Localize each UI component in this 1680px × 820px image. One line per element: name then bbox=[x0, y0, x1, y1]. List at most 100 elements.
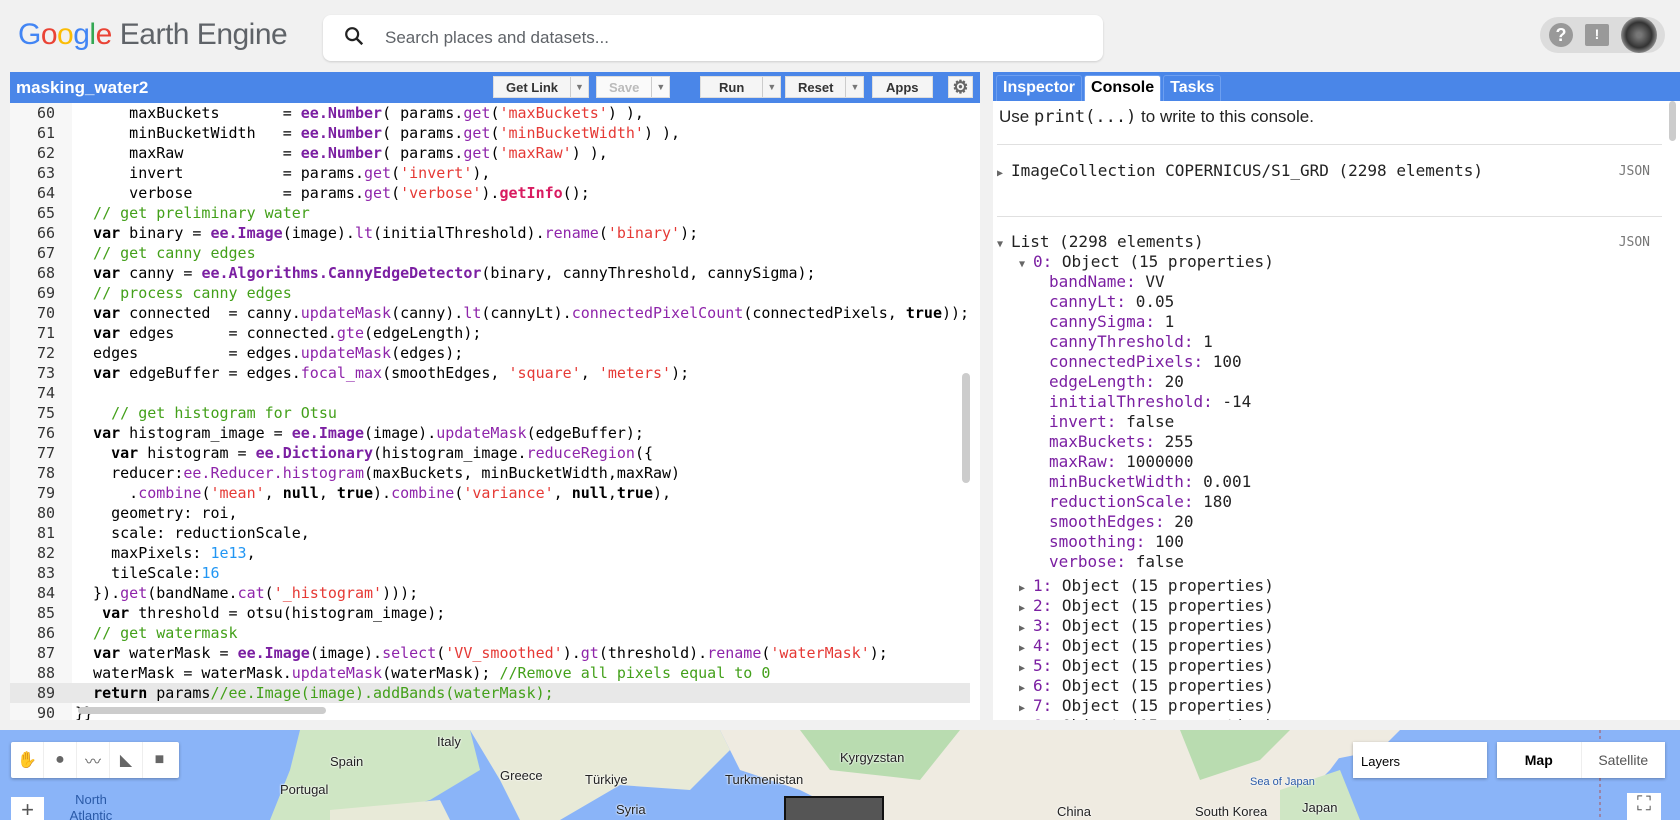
code-line[interactable]: 67 // get canny edges bbox=[10, 243, 970, 263]
code-line[interactable]: 84 }).get(bandName.cat('_histogram'))); bbox=[10, 583, 970, 603]
code-line[interactable]: 89 return params//ee.Image(image).addBan… bbox=[10, 683, 970, 703]
list-item[interactable]: ▶ 2: Object (15 properties) bbox=[1019, 596, 1274, 615]
code-line[interactable]: 65 // get preliminary water bbox=[10, 203, 970, 223]
expand-arrow-icon[interactable]: ▶ bbox=[1019, 643, 1033, 654]
script-title: masking_water2 bbox=[16, 78, 149, 97]
search-input[interactable] bbox=[385, 28, 1035, 48]
polygon-icon[interactable]: ◣ bbox=[110, 742, 143, 778]
code-line[interactable]: 69 // process canny edges bbox=[10, 283, 970, 303]
reset-button[interactable]: Reset ▼ bbox=[785, 76, 865, 98]
expand-arrow-icon[interactable]: ▶ bbox=[1019, 683, 1033, 694]
tab-inspector[interactable]: Inspector bbox=[996, 75, 1083, 101]
code-line[interactable]: 77 var histogram = ee.Dictionary(histogr… bbox=[10, 443, 970, 463]
code-line[interactable]: 70 var connected = canny.updateMask(cann… bbox=[10, 303, 970, 323]
code-line[interactable]: 79 .combine('mean', null, true).combine(… bbox=[10, 483, 970, 503]
map-type-satellite[interactable]: Satellite bbox=[1580, 742, 1666, 778]
list-item[interactable]: ▶ 7: Object (15 properties) bbox=[1019, 696, 1274, 715]
code-line[interactable]: 80 geometry: roi, bbox=[10, 503, 970, 523]
code-token: verbose = params. bbox=[75, 184, 364, 202]
console-entry-imagecollection[interactable]: ▶ ImageCollection COPERNICUS/S1_GRD (2298… bbox=[997, 161, 1483, 180]
code-line[interactable]: 60 maxBuckets = ee.Number( params.get('m… bbox=[10, 103, 970, 123]
code-line[interactable]: 86 // get watermask bbox=[10, 623, 970, 643]
apps-button[interactable]: Apps bbox=[872, 76, 933, 98]
list-item[interactable]: ▶ 3: Object (15 properties) bbox=[1019, 616, 1274, 635]
search-box[interactable] bbox=[323, 15, 1103, 61]
map-type-map[interactable]: Map bbox=[1497, 742, 1581, 778]
expand-arrow-icon[interactable]: ▶ bbox=[1019, 583, 1033, 594]
list-item[interactable]: ▶ 6: Object (15 properties) bbox=[1019, 676, 1274, 695]
code-token: get bbox=[363, 164, 392, 182]
zoom-in-button[interactable]: + bbox=[11, 797, 44, 820]
code-token: (smoothEdges, bbox=[382, 364, 509, 382]
list-item[interactable]: ▶ 1: Object (15 properties) bbox=[1019, 576, 1274, 595]
chevron-down-icon[interactable]: ▼ bbox=[762, 77, 780, 97]
line-number: 89 bbox=[36, 684, 55, 702]
feedback-icon[interactable]: ! bbox=[1585, 24, 1609, 46]
tab-tasks[interactable]: Tasks bbox=[1163, 75, 1222, 101]
fullscreen-icon[interactable]: ⛶ bbox=[1627, 793, 1661, 820]
tab-console[interactable]: Console bbox=[1084, 75, 1162, 101]
settings-gear-icon[interactable]: ⚙ bbox=[948, 76, 973, 98]
code-line[interactable]: 63 invert = params.get('invert'), bbox=[10, 163, 970, 183]
help-icon[interactable]: ? bbox=[1549, 23, 1573, 47]
chevron-down-icon[interactable]: ▼ bbox=[845, 77, 863, 97]
line-number: 72 bbox=[36, 344, 55, 362]
rectangle-icon[interactable]: ■ bbox=[143, 742, 176, 778]
list-item[interactable]: ▶ 4: Object (15 properties) bbox=[1019, 636, 1274, 655]
earth-engine-logo[interactable]: Google Earth Engine bbox=[18, 18, 288, 52]
code-token: var bbox=[93, 324, 121, 342]
json-link[interactable]: JSON bbox=[1619, 235, 1650, 250]
code-text: // get canny edges bbox=[75, 244, 256, 262]
json-link[interactable]: JSON bbox=[1619, 164, 1650, 179]
code-line[interactable]: 81 scale: reductionScale, bbox=[10, 523, 970, 543]
code-line[interactable]: 62 maxRaw = ee.Number( params.get('maxRa… bbox=[10, 143, 970, 163]
code-token: (edgeBuffer); bbox=[526, 424, 644, 442]
code-token: maxRaw = bbox=[75, 144, 301, 162]
code-line[interactable]: 75 // get histogram for Otsu bbox=[10, 403, 970, 423]
line-icon[interactable]: 〰 bbox=[77, 742, 110, 778]
horizontal-scrollbar[interactable] bbox=[78, 707, 326, 714]
expand-arrow-icon[interactable]: ▶ bbox=[1019, 623, 1033, 634]
panel-resize-handle[interactable] bbox=[980, 72, 993, 720]
console-scrollbar[interactable] bbox=[1669, 101, 1676, 141]
expand-arrow-icon[interactable]: ▶ bbox=[1019, 603, 1033, 614]
layers-button[interactable]: Layers bbox=[1353, 742, 1487, 778]
marker-icon[interactable]: ● bbox=[44, 742, 77, 778]
chevron-down-icon[interactable]: ▼ bbox=[570, 77, 588, 97]
code-line[interactable]: 85 var threshold = otsu(histogram_image)… bbox=[10, 603, 970, 623]
code-area[interactable]: 60 maxBuckets = ee.Number( params.get('m… bbox=[10, 103, 970, 720]
code-line[interactable]: 73 var edgeBuffer = edges.focal_max(smoo… bbox=[10, 363, 970, 383]
code-line[interactable]: 83 tileScale:16 bbox=[10, 563, 970, 583]
list-item-0[interactable]: ▼ 0: Object (15 properties) bbox=[1019, 252, 1274, 271]
get-link-button[interactable]: Get Link ▼ bbox=[493, 76, 590, 98]
map[interactable]: Italy Spain Portugal Greece Türkiye Turk… bbox=[0, 730, 1680, 820]
save-button[interactable]: Save ▼ bbox=[596, 76, 671, 98]
code-line[interactable]: 72 edges = edges.updateMask(edges); bbox=[10, 343, 970, 363]
console-entry-list[interactable]: ▼ List (2298 elements) bbox=[997, 232, 1204, 251]
pan-hand-icon[interactable]: ✋ bbox=[11, 742, 44, 778]
code-line[interactable]: 61 minBucketWidth = ee.Number( params.ge… bbox=[10, 123, 970, 143]
run-button[interactable]: Run ▼ bbox=[700, 76, 782, 98]
code-line[interactable]: 87 var waterMask = ee.Image(image).selec… bbox=[10, 643, 970, 663]
code-line[interactable]: 74 bbox=[10, 383, 970, 403]
map-label: China bbox=[1057, 804, 1091, 819]
code-line[interactable]: 88 waterMask = waterMask.updateMask(wate… bbox=[10, 663, 970, 683]
map-resize-handle[interactable] bbox=[0, 720, 1680, 730]
avatar[interactable] bbox=[1621, 17, 1657, 53]
list-item[interactable]: ▶ 5: Object (15 properties) bbox=[1019, 656, 1274, 675]
code-line[interactable]: 76 var histogram_image = ee.Image(image)… bbox=[10, 423, 970, 443]
map-label: South Korea bbox=[1195, 804, 1268, 819]
expand-arrow-icon[interactable]: ▶ bbox=[1019, 663, 1033, 674]
code-line[interactable]: 68 var canny = ee.Algorithms.CannyEdgeDe… bbox=[10, 263, 970, 283]
vertical-scrollbar[interactable] bbox=[962, 373, 970, 483]
code-token: ))); bbox=[382, 584, 419, 602]
chevron-down-icon[interactable]: ▼ bbox=[651, 77, 669, 97]
expand-arrow-icon[interactable]: ▶ bbox=[1019, 703, 1033, 714]
code-line[interactable]: 82 maxPixels: 1e13, bbox=[10, 543, 970, 563]
code-line[interactable]: 71 var edges = connected.gte(edgeLength)… bbox=[10, 323, 970, 343]
code-line[interactable]: 78 reducer:ee.Reducer.histogram(maxBucke… bbox=[10, 463, 970, 483]
code-line[interactable]: 64 verbose = params.get('verbose').getIn… bbox=[10, 183, 970, 203]
code-token: null bbox=[571, 484, 608, 502]
code-line[interactable]: 66 var binary = ee.Image(image).lt(initi… bbox=[10, 223, 970, 243]
code-token: (image). bbox=[309, 644, 383, 662]
